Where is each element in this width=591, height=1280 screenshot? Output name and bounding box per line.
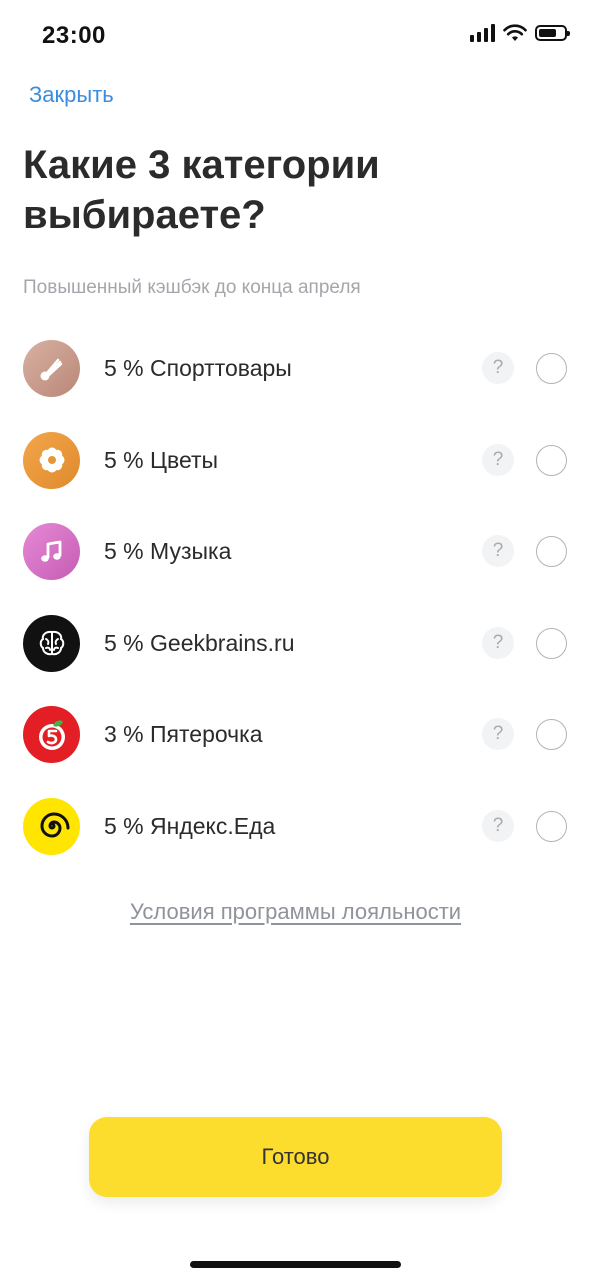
home-indicator bbox=[190, 1261, 401, 1268]
category-radio[interactable] bbox=[536, 627, 567, 659]
page-title: Какие 3 категории выбираете? bbox=[23, 143, 380, 237]
help-icon[interactable]: ? bbox=[482, 718, 514, 750]
help-icon[interactable]: ? bbox=[482, 443, 514, 476]
category-row-pyaterochka[interactable]: 3 % Пятерочка ? bbox=[0, 689, 591, 781]
shuttlecock-icon bbox=[23, 340, 80, 397]
flower-icon bbox=[23, 431, 80, 489]
wifi-icon bbox=[503, 24, 527, 41]
category-radio[interactable] bbox=[536, 536, 567, 567]
done-button[interactable]: Готово bbox=[89, 1117, 502, 1197]
status-bar: 23:00 bbox=[0, 0, 591, 70]
category-row-geekbrains[interactable]: 5 % Geekbrains.ru ? bbox=[0, 598, 591, 690]
category-radio[interactable] bbox=[536, 444, 567, 476]
help-icon[interactable]: ? bbox=[482, 352, 514, 384]
category-row-yandex-eda[interactable]: 5 % Яндекс.Еда ? bbox=[0, 781, 591, 873]
help-icon[interactable]: ? bbox=[482, 809, 514, 842]
cellular-signal-icon bbox=[470, 24, 495, 42]
status-time: 23:00 bbox=[42, 22, 106, 49]
category-row-music[interactable]: 5 % Музыка ? bbox=[0, 506, 591, 598]
category-label: 5 % Музыка bbox=[104, 538, 232, 564]
category-label: 5 % Яндекс.Еда bbox=[104, 812, 276, 839]
loyalty-terms-link[interactable]: Условия программы лояльности bbox=[0, 899, 591, 925]
category-label: 5 % Цветы bbox=[104, 446, 219, 473]
pyaterochka-logo-icon bbox=[23, 706, 80, 763]
brain-icon bbox=[23, 614, 80, 672]
category-label: 5 % Спорттовары bbox=[104, 355, 292, 381]
category-row-flowers[interactable]: 5 % Цветы ? bbox=[0, 415, 591, 507]
help-icon[interactable]: ? bbox=[482, 535, 514, 567]
category-radio[interactable] bbox=[536, 810, 567, 842]
category-radio[interactable] bbox=[536, 719, 567, 750]
help-icon[interactable]: ? bbox=[482, 626, 514, 659]
close-button[interactable]: Закрыть bbox=[29, 82, 114, 108]
category-list: 5 % Спорттовары ? 5 % Цветы ? 5 % Музыка… bbox=[0, 323, 591, 872]
category-radio[interactable] bbox=[536, 353, 567, 384]
status-icons bbox=[470, 24, 570, 42]
category-row-sport[interactable]: 5 % Спорттовары ? bbox=[0, 323, 591, 415]
category-label: 3 % Пятерочка bbox=[104, 721, 263, 747]
music-note-icon bbox=[23, 523, 80, 580]
battery-icon bbox=[535, 25, 570, 41]
subtitle: Повышенный кэшбэк до конца апреля bbox=[23, 277, 361, 298]
spiral-icon bbox=[23, 797, 80, 855]
category-label: 5 % Geekbrains.ru bbox=[104, 629, 295, 656]
